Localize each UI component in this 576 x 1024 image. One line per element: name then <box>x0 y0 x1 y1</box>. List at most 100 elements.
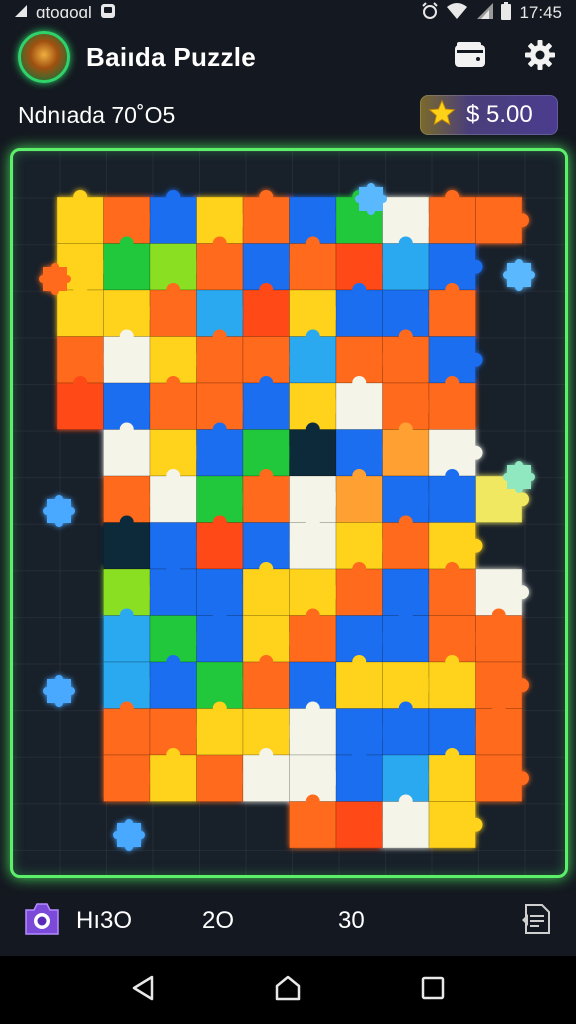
puzzle-piece-knob <box>259 376 274 390</box>
puzzle-piece-knob <box>468 538 483 553</box>
puzzle-piece-knob <box>212 608 227 623</box>
puzzle-piece-knob <box>259 190 274 204</box>
puzzle-piece-knob <box>515 678 529 693</box>
cell-signal-icon <box>475 2 494 24</box>
puzzle-piece-knob <box>119 701 134 716</box>
loose-puzzle-piece[interactable] <box>43 675 75 707</box>
battery-icon <box>501 1 512 25</box>
carrier-label: ɑtoɑoɑl <box>36 3 92 22</box>
puzzle-piece-knob <box>398 701 413 716</box>
puzzle-piece-knob <box>445 190 460 204</box>
clock: 17:45 <box>519 3 562 22</box>
nav-home-button[interactable] <box>268 970 308 1010</box>
home-icon <box>273 973 303 1008</box>
loose-puzzle-piece[interactable] <box>39 263 71 295</box>
puzzle-piece-knob <box>305 794 320 809</box>
puzzle-pieces-layer[interactable] <box>13 151 565 875</box>
puzzle-piece-knob <box>468 259 483 274</box>
loose-puzzle-piece[interactable] <box>43 495 75 527</box>
stat-moves-value: 2O <box>202 907 235 934</box>
avatar[interactable] <box>18 31 70 83</box>
puzzle-piece-knob <box>398 794 413 809</box>
puzzle-piece-knob <box>259 283 274 297</box>
puzzle-piece-knob <box>166 190 181 204</box>
nav-back-button[interactable] <box>123 970 163 1010</box>
coin-badge[interactable]: $ 5.00 <box>420 95 558 135</box>
puzzle-piece-knob <box>259 748 274 762</box>
puzzle-piece-knob <box>305 701 320 716</box>
puzzle-piece-knob <box>119 422 134 437</box>
puzzle-piece-knob <box>398 608 413 623</box>
stat-left-value: Hı3O <box>76 907 133 934</box>
notification-icon <box>100 3 116 24</box>
share-button[interactable] <box>520 902 554 941</box>
loose-puzzle-piece[interactable] <box>503 259 535 291</box>
puzzle-piece-knob <box>305 515 320 530</box>
puzzle-piece-knob <box>305 236 320 251</box>
wallet-button[interactable] <box>452 39 488 75</box>
puzzle-board[interactable] <box>10 148 568 878</box>
header-actions <box>452 39 558 75</box>
puzzle-piece-knob <box>398 236 413 251</box>
back-triangle-icon <box>130 974 156 1007</box>
puzzle-piece-knob <box>352 283 367 297</box>
puzzle-piece-knob <box>212 329 227 344</box>
loose-puzzle-piece[interactable] <box>503 461 535 493</box>
puzzle-piece-knob <box>119 329 134 344</box>
star-icon <box>428 99 456 132</box>
puzzle-piece-knob <box>259 562 274 576</box>
puzzle-piece-knob <box>166 469 181 483</box>
puzzle-piece-knob <box>515 213 529 228</box>
puzzle-piece-knob <box>212 701 227 716</box>
loose-puzzle-piece[interactable] <box>355 183 387 215</box>
puzzle-piece-knob <box>445 655 460 669</box>
puzzle-piece-knob <box>445 283 460 297</box>
puzzle-piece-knob <box>468 445 483 460</box>
puzzle-piece-knob <box>305 329 320 344</box>
puzzle-piece-knob <box>515 771 529 786</box>
puzzle-piece-knob <box>445 376 460 390</box>
puzzle-piece-knob <box>212 515 227 530</box>
puzzle-piece-knob <box>259 469 274 483</box>
system-nav-bar <box>0 956 576 1024</box>
recents-square-icon <box>420 975 446 1006</box>
puzzle-piece-knob <box>515 492 529 507</box>
stat-left-group: Hı3O <box>22 900 132 943</box>
coin-value: $ 5.00 <box>466 101 533 128</box>
puzzle-piece-knob <box>166 283 181 297</box>
puzzle-piece-knob <box>259 655 274 669</box>
info-row: Ndnıada 70˚O5 $ 5.00 <box>0 92 576 138</box>
puzzle-piece-knob <box>212 422 227 437</box>
puzzle-piece-knob <box>445 748 460 762</box>
puzzle-piece-knob <box>398 422 413 437</box>
puzzle-piece-knob <box>166 655 181 669</box>
puzzle-piece-knob <box>305 608 320 623</box>
nav-recents-button[interactable] <box>413 970 453 1010</box>
stat-score-value: 30 <box>338 907 365 934</box>
puzzle-piece-knob <box>73 283 88 297</box>
wallet-icon <box>454 41 486 73</box>
stats-bar: Hı3O 2O 30 <box>0 888 576 954</box>
puzzle-piece-knob <box>398 515 413 530</box>
puzzle-piece-knob <box>352 562 367 576</box>
puzzle-piece-knob <box>166 376 181 390</box>
puzzle-piece-knob <box>468 352 483 367</box>
puzzle-piece-knob <box>352 748 367 762</box>
app-header: Baiıda Puzzle <box>0 26 576 88</box>
puzzle-piece-knob <box>515 585 529 600</box>
settings-button[interactable] <box>522 39 558 75</box>
puzzle-piece-knob <box>352 655 367 669</box>
puzzle-piece-knob <box>468 817 483 832</box>
puzzle-piece-knob <box>73 376 88 390</box>
app-title: Baiıda Puzzle <box>86 41 257 72</box>
puzzle-piece-knob <box>352 376 367 390</box>
camera-icon[interactable] <box>22 900 62 943</box>
level-label: Ndnıada 70˚O5 <box>18 101 176 128</box>
puzzle-piece-knob <box>119 515 134 530</box>
puzzle-piece-knob <box>398 329 413 344</box>
puzzle-piece-knob <box>491 608 506 623</box>
loose-puzzle-piece[interactable] <box>113 819 145 851</box>
signal-triangle-icon <box>14 3 28 23</box>
puzzle-piece-knob <box>491 701 506 716</box>
document-share-icon <box>520 903 554 940</box>
